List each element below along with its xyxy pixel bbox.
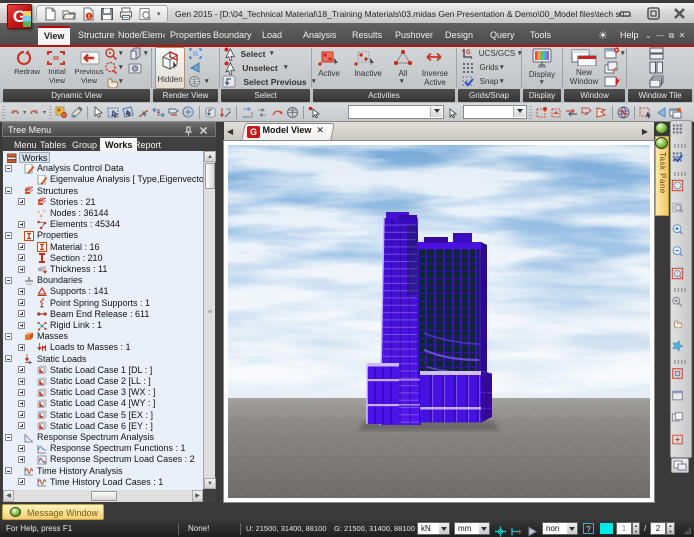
- svg-text:G: G: [466, 50, 471, 56]
